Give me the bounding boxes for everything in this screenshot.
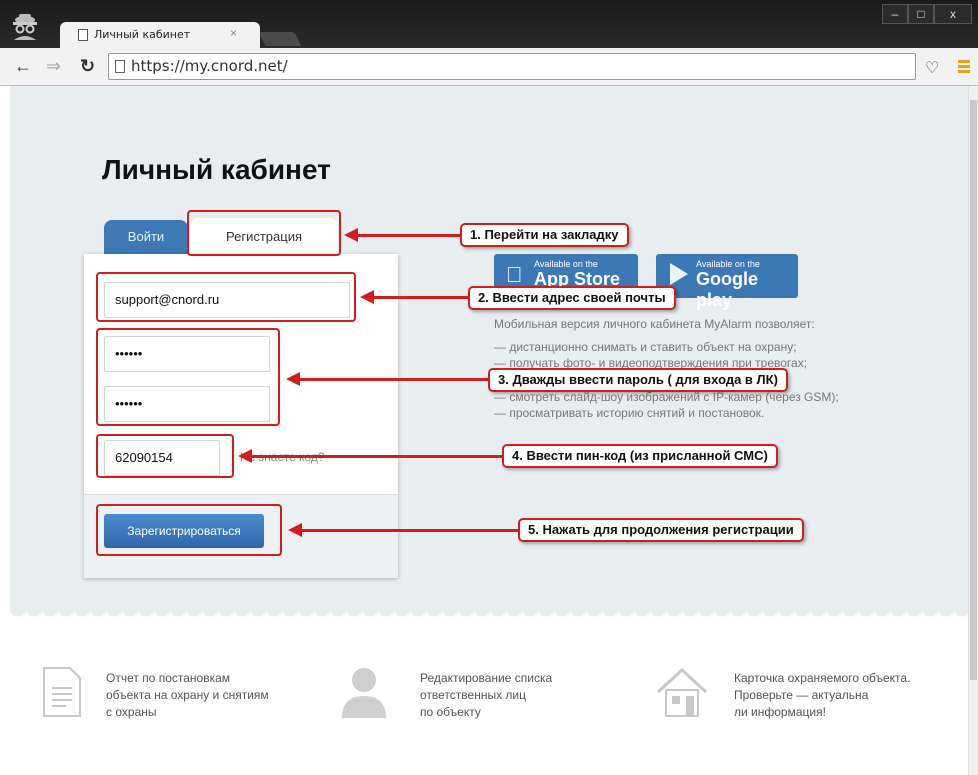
google-play-label: Google play <box>696 269 758 310</box>
browser-tab[interactable]: Личный кабинет × <box>60 22 260 48</box>
reload-icon[interactable]: ↻ <box>80 56 95 76</box>
app-feature-item: — просматривать историю снятий и постано… <box>494 406 765 420</box>
address-bar[interactable]: https://my.cnord.net/ <box>108 53 916 80</box>
minimize-button[interactable]: – <box>882 4 908 24</box>
back-arrow-icon[interactable]: ← <box>14 56 32 76</box>
incognito-icon <box>13 14 37 40</box>
maximize-button[interactable]: □ <box>908 4 934 24</box>
callout-step5: 5. Нажать для продолжения регистрации <box>518 518 804 542</box>
arrow-head <box>344 228 358 242</box>
feature-line: Проверьте — актуальна <box>734 688 869 702</box>
page-icon <box>78 29 88 41</box>
page-left-edge <box>0 86 10 775</box>
arrow-head <box>288 523 302 537</box>
feature-contacts-text: Редактирование списка ответственных лиц … <box>420 670 552 721</box>
arrow-head <box>238 449 252 463</box>
callout-step2: 2. Ввести адрес своей почты <box>468 286 676 310</box>
apple-icon:  <box>506 262 523 288</box>
feature-line: Карточка охраняемого объекта. <box>734 671 911 685</box>
highlight-pin-field <box>96 434 234 478</box>
app-feature-item: — дистанционно снимать и ставить объект … <box>494 340 797 354</box>
highlight-password-fields <box>96 328 280 426</box>
menu-icon[interactable] <box>958 60 970 74</box>
google-play-small-label: Available on the <box>696 259 760 269</box>
forward-arrow-icon[interactable]: ⇒ <box>46 56 61 76</box>
callout-step1: 1. Перейти на закладку <box>460 223 629 247</box>
tab-title: Личный кабинет <box>94 28 191 41</box>
feature-line: ответственных лиц <box>420 688 526 702</box>
window-controls: – □ x <box>882 4 972 24</box>
callout-step4: 4. Ввести пин-код (из присланной СМС) <box>502 444 778 468</box>
app-description-intro: Мобильная версия личного кабинета MyAlar… <box>494 317 815 331</box>
arrow-line <box>250 455 502 458</box>
feature-line: по объекту <box>420 705 481 719</box>
arrow-line <box>300 529 518 532</box>
page-icon <box>115 60 125 73</box>
close-window-button[interactable]: x <box>934 4 972 24</box>
wave-divider <box>10 608 968 624</box>
arrow-head <box>286 372 300 386</box>
feature-object-card-text: Карточка охраняемого объекта. Проверьте … <box>734 670 910 721</box>
tab-login[interactable]: Войти <box>104 220 188 254</box>
browser-title-bar: Личный кабинет × – □ x <box>0 0 978 48</box>
feature-line: с охраны <box>106 705 157 719</box>
arrow-line <box>298 378 488 381</box>
page-content: Личный кабинет Войти Регистрация support… <box>10 86 968 775</box>
arrow-line <box>356 234 460 237</box>
highlight-register-tab <box>187 210 341 256</box>
feature-line: объекта на охрану и снятиям <box>106 688 269 702</box>
highlight-email-field <box>96 272 356 322</box>
close-tab-icon[interactable]: × <box>230 26 237 40</box>
highlight-register-button <box>96 504 282 556</box>
feature-line: Редактирование списка <box>420 671 553 685</box>
google-play-button[interactable]: Available on the Google play <box>656 254 798 310</box>
scrollbar-thumb[interactable] <box>970 100 977 680</box>
arrow-head <box>360 290 374 304</box>
callout-step3: 3. Дважды ввести пароль ( для входа в ЛК… <box>488 368 788 392</box>
house-icon <box>656 667 708 717</box>
page-title: Личный кабинет <box>102 154 331 185</box>
arrow-line <box>372 296 468 299</box>
alarm-extension-icon[interactable]: ♡ <box>925 58 939 78</box>
browser-toolbar: ← ⇒ ↻ https://my.cnord.net/ ♡ <box>0 48 978 86</box>
url-text: https://my.cnord.net/ <box>131 57 288 75</box>
feature-line: Отчет по постановкам <box>106 671 231 685</box>
app-store-small-label: Available on the <box>534 259 598 269</box>
person-icon <box>342 668 386 718</box>
google-play-icon <box>670 263 688 285</box>
app-feature-item: — смотреть слайд-шоу изображений с IP-ка… <box>494 390 839 404</box>
feature-line: ли информация! <box>734 705 826 719</box>
feature-report-text: Отчет по постановкам объекта на охрану и… <box>106 670 269 721</box>
document-icon <box>43 667 81 717</box>
new-tab-button[interactable] <box>258 32 302 46</box>
